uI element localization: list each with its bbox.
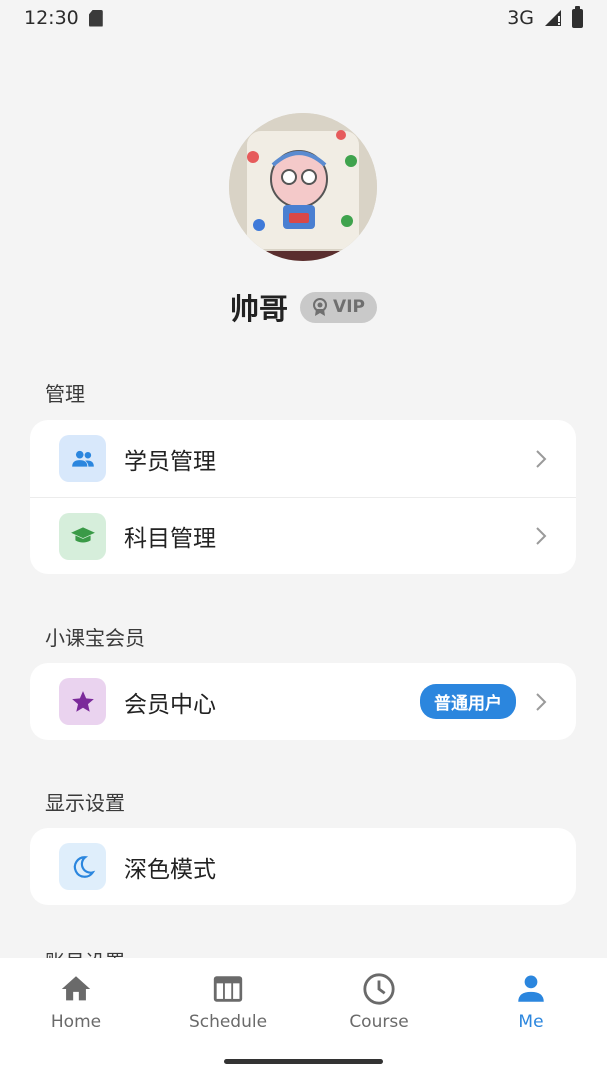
status-bar: 12:30 3G bbox=[0, 0, 607, 36]
chevron-right-icon bbox=[536, 449, 547, 468]
clock-icon bbox=[363, 973, 395, 1005]
profile-row: 帅哥 VIP bbox=[0, 286, 607, 328]
display-card: 深色模式 bbox=[30, 828, 576, 905]
nav-course[interactable]: Course bbox=[324, 972, 434, 1032]
people-icon bbox=[59, 435, 106, 482]
star-icon bbox=[59, 678, 106, 725]
nav-me[interactable]: Me bbox=[476, 972, 586, 1032]
avatar[interactable] bbox=[229, 113, 377, 261]
row-member-center[interactable]: 会员中心 普通用户 bbox=[30, 663, 576, 740]
row-subject-management[interactable]: 科目管理 bbox=[30, 497, 576, 574]
nav-label: Schedule bbox=[188, 1012, 268, 1032]
profile-name: 帅哥 bbox=[230, 292, 289, 326]
management-card: 学员管理 科目管理 bbox=[30, 420, 576, 574]
calendar-icon bbox=[213, 976, 243, 1002]
nav-label: Course bbox=[349, 1012, 409, 1032]
user-tier-badge: 普通用户 bbox=[420, 684, 516, 719]
section-title-membership: 小课宝会员 bbox=[45, 626, 145, 650]
home-indicator[interactable] bbox=[224, 1059, 383, 1064]
nav-label: Home bbox=[50, 1012, 102, 1032]
vip-label: VIP bbox=[333, 297, 365, 317]
row-label: 科目管理 bbox=[124, 526, 216, 552]
nav-schedule[interactable]: Schedule bbox=[173, 972, 283, 1032]
award-icon bbox=[313, 298, 328, 316]
sd-card-icon bbox=[88, 9, 103, 27]
row-label: 会员中心 bbox=[124, 691, 216, 718]
row-student-management[interactable]: 学员管理 bbox=[30, 420, 576, 497]
person-icon bbox=[518, 975, 544, 1002]
avatar-image bbox=[229, 113, 377, 261]
membership-card: 会员中心 普通用户 bbox=[30, 663, 576, 740]
moon-icon bbox=[59, 843, 106, 890]
battery-icon bbox=[572, 5, 583, 28]
row-dark-mode[interactable]: 深色模式 bbox=[30, 828, 576, 905]
row-label: 深色模式 bbox=[124, 856, 216, 883]
section-title-management: 管理 bbox=[45, 382, 85, 406]
nav-home[interactable]: Home bbox=[21, 972, 131, 1032]
graduation-cap-icon bbox=[59, 512, 106, 560]
signal-icon bbox=[545, 10, 561, 26]
row-label: 学员管理 bbox=[124, 448, 216, 475]
vip-badge: VIP bbox=[300, 291, 377, 323]
home-icon bbox=[61, 976, 91, 1001]
chevron-right-icon bbox=[536, 527, 547, 545]
section-title-display: 显示设置 bbox=[45, 791, 125, 815]
chevron-right-icon bbox=[536, 692, 547, 711]
status-time: 12:30 bbox=[24, 7, 79, 29]
nav-label: Me bbox=[518, 1012, 544, 1032]
network-type: 3G bbox=[507, 7, 534, 29]
